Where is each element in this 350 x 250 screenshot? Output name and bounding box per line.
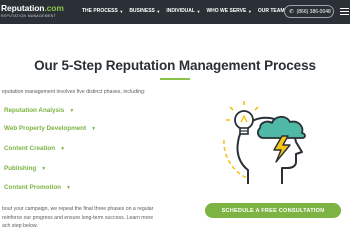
chevron-down-icon: ▼: [60, 145, 66, 152]
phase-label: Content Promotion: [4, 184, 62, 191]
phase-web-property-development[interactable]: Web Property Development ▼: [4, 125, 96, 132]
phase-label: Web Property Development: [4, 125, 87, 132]
chevron-down-icon: ▼: [66, 184, 71, 191]
chevron-down-icon: ▼: [247, 8, 252, 14]
site-logo[interactable]: Reputation.com: [1, 3, 64, 13]
page-title: Our 5-Step Reputation Management Process: [34, 58, 316, 73]
top-navbar: Reputation.com REPUTATION MANAGEMENT THE…: [0, 0, 350, 24]
chevron-down-icon: ▼: [196, 8, 201, 14]
nav-item-our-team[interactable]: OUR TEAM: [258, 8, 285, 14]
intro-text: eputation management involves five disti…: [2, 89, 146, 95]
phone-button[interactable]: ✆ (866) 386-0048: [284, 5, 334, 18]
phase-publishing[interactable]: Publishing ▼: [4, 165, 46, 172]
chevron-down-icon: ▼: [69, 107, 75, 114]
nav-item-who-we-serve[interactable]: WHO WE SERVE ▼: [206, 8, 251, 14]
logo-tagline: REPUTATION MANAGEMENT: [1, 14, 56, 18]
logo-name: Reputation: [1, 3, 45, 13]
outro-line: bout your campaign, we repeat the final …: [2, 206, 154, 212]
phase-label: Content Creation: [4, 145, 56, 152]
phone-number: (866) 386-0048: [296, 8, 331, 15]
main-nav: THE PROCESS ▼ BUSINESS ▼ INDIVIDUAL ▼ WH…: [82, 8, 291, 14]
phase-reputation-analysis[interactable]: Reputation Analysis ▼: [4, 107, 74, 114]
chevron-down-icon: ▼: [119, 8, 124, 14]
chevron-down-icon: ▼: [156, 8, 161, 14]
phone-icon: ✆: [289, 8, 294, 15]
nav-item-the-process[interactable]: THE PROCESS ▼: [82, 8, 123, 14]
nav-item-label: THE PROCESS: [82, 8, 118, 14]
outro-line: reinforce our progress and ensure long-t…: [2, 214, 154, 221]
chevron-down-icon: ▼: [91, 125, 97, 132]
outro-text: bout your campaign, we repeat the final …: [2, 205, 153, 231]
nav-item-label: OUR TEAM: [257, 8, 285, 14]
phase-label: Publishing: [4, 165, 37, 172]
nav-item-individual[interactable]: INDIVIDUAL ▼: [166, 8, 200, 14]
phase-content-creation[interactable]: Content Creation ▼: [4, 145, 65, 152]
nav-item-business[interactable]: BUSINESS ▼: [129, 8, 160, 14]
chevron-down-icon: ▼: [41, 165, 47, 172]
schedule-consultation-button[interactable]: SCHEDULE A FREE CONSULTATION: [205, 203, 341, 218]
head-idea-illustration: [223, 101, 306, 184]
nav-item-label: WHO WE SERVE: [206, 8, 247, 14]
phase-content-promotion[interactable]: Content Promotion ▼: [4, 184, 71, 191]
nav-item-label: BUSINESS: [129, 8, 155, 14]
outro-line: ach step below.: [2, 223, 38, 230]
phase-label: Reputation Analysis: [4, 107, 65, 114]
logo-suffix: .com: [44, 3, 64, 13]
title-underline: [160, 78, 190, 80]
nav-item-label: INDIVIDUAL: [166, 8, 195, 14]
hamburger-menu-icon[interactable]: [340, 8, 349, 17]
